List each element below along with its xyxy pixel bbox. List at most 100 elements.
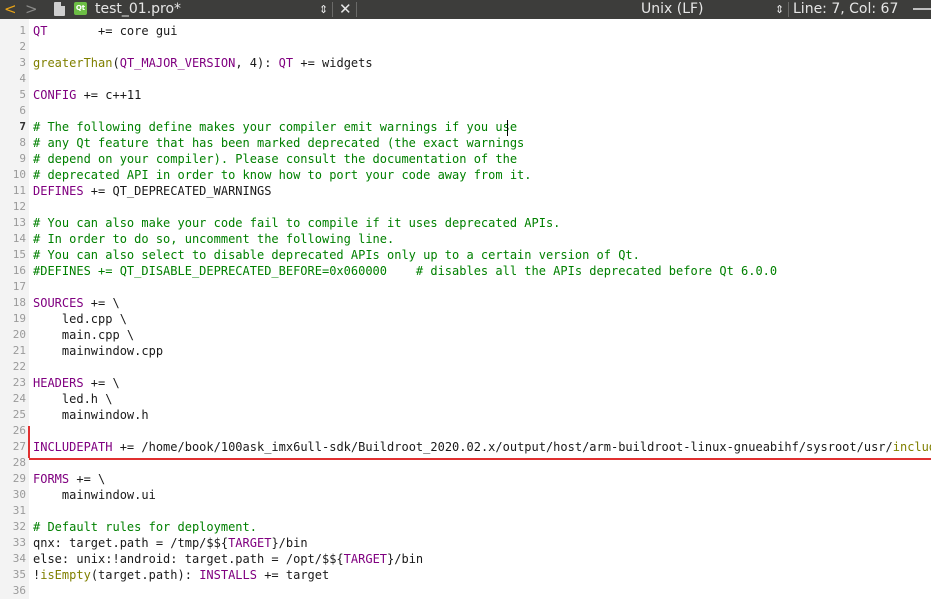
code-line[interactable]: 23 HEADERS += \ (0, 375, 931, 391)
code-line[interactable]: 9 # depend on your compiler). Please cons… (0, 151, 931, 167)
open-document-name[interactable]: test_01.pro* (95, 0, 181, 19)
line-text: # any Qt feature that has been marked de… (33, 135, 524, 151)
line-number: 2 (19, 40, 26, 53)
line-number: 11 (12, 184, 26, 197)
line-number: 32 (12, 520, 26, 533)
code-line[interactable]: 21 mainwindow.cpp (0, 343, 931, 359)
line-text: SOURCES += \ (33, 295, 120, 311)
code-line[interactable]: 29 FORMS += \ (0, 471, 931, 487)
code-line[interactable]: 4 (0, 71, 931, 87)
back-arrow-icon[interactable]: < (4, 0, 17, 19)
code-line[interactable]: 26 (0, 423, 931, 439)
line-number: 20 (12, 328, 26, 341)
line-number: 16 (12, 264, 26, 277)
code-line[interactable]: 1 QT += core gui (0, 23, 931, 39)
file-icon (54, 2, 65, 16)
split-icon[interactable] (913, 8, 931, 10)
line-text: # The following define makes your compil… (33, 119, 517, 135)
code-line[interactable]: 5 CONFIG += c++11 (0, 87, 931, 103)
code-token: FORMS (33, 472, 70, 486)
code-token: += \ (83, 376, 120, 390)
code-token: INCLUDEPATH (33, 440, 113, 454)
code-line[interactable]: 24 led.h \ (0, 391, 931, 407)
code-token: SOURCES (33, 296, 84, 310)
code-line[interactable]: 35 !isEmpty(target.path): INSTALLS += tar… (0, 567, 931, 583)
code-line[interactable]: 36 (0, 583, 931, 599)
code-line[interactable]: 22 (0, 359, 931, 375)
code-line[interactable]: 19 led.cpp \ (0, 311, 931, 327)
code-line[interactable]: 16 #DEFINES += QT_DISABLE_DEPRECATED_BEFO… (0, 263, 931, 279)
code-token: # depend on your compiler). Please consu… (33, 152, 518, 166)
line-number: 31 (12, 504, 26, 517)
code-line[interactable]: 11 DEFINES += QT_DEPRECATED_WARNINGS (0, 183, 931, 199)
code-line[interactable]: 12 (0, 199, 931, 215)
line-text: # deprecated API in order to know how to… (33, 167, 532, 183)
code-token: # Default rules for deployment. (33, 520, 257, 534)
code-line[interactable]: 10 # deprecated API in order to know how … (0, 167, 931, 183)
line-text: # Default rules for deployment. (33, 519, 257, 535)
code-line[interactable]: 20 main.cpp \ (0, 327, 931, 343)
code-line[interactable]: 25 mainwindow.h (0, 407, 931, 423)
code-token: += \ (69, 472, 106, 486)
line-text: FORMS += \ (33, 471, 105, 487)
code-line[interactable]: 7 # The following define makes your compi… (0, 119, 931, 135)
code-token: CONFIG (33, 88, 77, 102)
code-editor[interactable]: 1 QT += core gui 2 3 greaterThan(QT_MAJOR_VE… (0, 23, 931, 599)
code-token: led.cpp \ (33, 312, 127, 326)
code-line[interactable]: 3 greaterThan(QT_MAJOR_VERSION, 4): QT +=… (0, 55, 931, 71)
code-token: += /home/book/100ask_imx6ull-sdk/Buildro… (112, 440, 893, 454)
editor-toolbar: < > Qt test_01.pro* ⇕ ✕ Unix (LF) ⇕ Line… (0, 0, 931, 19)
line-number: 6 (19, 104, 26, 117)
code-line[interactable]: 34 else: unix:!android: target.path = /op… (0, 551, 931, 567)
line-number: 19 (12, 312, 26, 325)
code-token: mainwindow.h (33, 408, 149, 422)
code-token: += core gui (47, 24, 178, 38)
code-line[interactable]: 15 # You can also select to disable depre… (0, 247, 931, 263)
code-token: mainwindow.ui (33, 488, 156, 502)
line-number: 33 (12, 536, 26, 549)
line-number: 7 (19, 120, 26, 133)
forward-arrow-icon[interactable]: > (25, 0, 38, 19)
line-number: 4 (19, 72, 26, 85)
line-number: 27 (12, 440, 26, 453)
line-number: 1 (19, 24, 26, 37)
line-number: 12 (12, 200, 26, 213)
code-line[interactable]: 30 mainwindow.ui (0, 487, 931, 503)
code-line[interactable]: 27 INCLUDEPATH += /home/book/100ask_imx6u… (0, 439, 931, 455)
line-ending-selector[interactable]: Unix (LF) (641, 0, 704, 19)
line-ending-dropdown-icon[interactable]: ⇕ (775, 0, 784, 19)
line-number: 22 (12, 360, 26, 373)
code-line[interactable]: 6 (0, 103, 931, 119)
toolbar-divider (332, 2, 333, 17)
code-token: HEADERS (33, 376, 84, 390)
annotation-marker-left (28, 426, 30, 458)
line-text: led.cpp \ (33, 311, 127, 327)
cursor-position[interactable]: Line: 7, Col: 67 (793, 0, 898, 19)
line-text: greaterThan(QT_MAJOR_VERSION, 4): QT += … (33, 55, 373, 71)
line-number: 9 (19, 152, 26, 165)
code-line[interactable]: 32 # Default rules for deployment. (0, 519, 931, 535)
line-text: DEFINES += QT_DEPRECATED_WARNINGS (33, 183, 271, 199)
line-text: !isEmpty(target.path): INSTALLS += targe… (33, 567, 329, 583)
line-number: 17 (12, 280, 26, 293)
line-number: 18 (12, 296, 26, 309)
code-token: QT_MAJOR_VERSION (119, 56, 236, 70)
annotation-underline (29, 458, 931, 460)
line-number: 14 (12, 232, 26, 245)
document-switch-icon[interactable]: ⇕ (319, 0, 328, 19)
line-number: 29 (12, 472, 26, 485)
close-document-icon[interactable]: ✕ (339, 0, 352, 19)
code-line[interactable]: 14 # In order to do so, uncomment the fol… (0, 231, 931, 247)
line-number: 15 (12, 248, 26, 261)
code-token: QT (33, 24, 48, 38)
code-line[interactable]: 18 SOURCES += \ (0, 295, 931, 311)
code-token: INSTALLS (199, 568, 257, 582)
code-line[interactable]: 8 # any Qt feature that has been marked d… (0, 135, 931, 151)
code-token: += QT_DEPRECATED_WARNINGS (83, 184, 272, 198)
code-line[interactable]: 2 (0, 39, 931, 55)
code-line[interactable]: 13 # You can also make your code fail to … (0, 215, 931, 231)
code-line[interactable]: 17 (0, 279, 931, 295)
code-line[interactable]: 33 qnx: target.path = /tmp/$${TARGET}/bin (0, 535, 931, 551)
toolbar-divider (788, 2, 789, 17)
code-line[interactable]: 31 (0, 503, 931, 519)
